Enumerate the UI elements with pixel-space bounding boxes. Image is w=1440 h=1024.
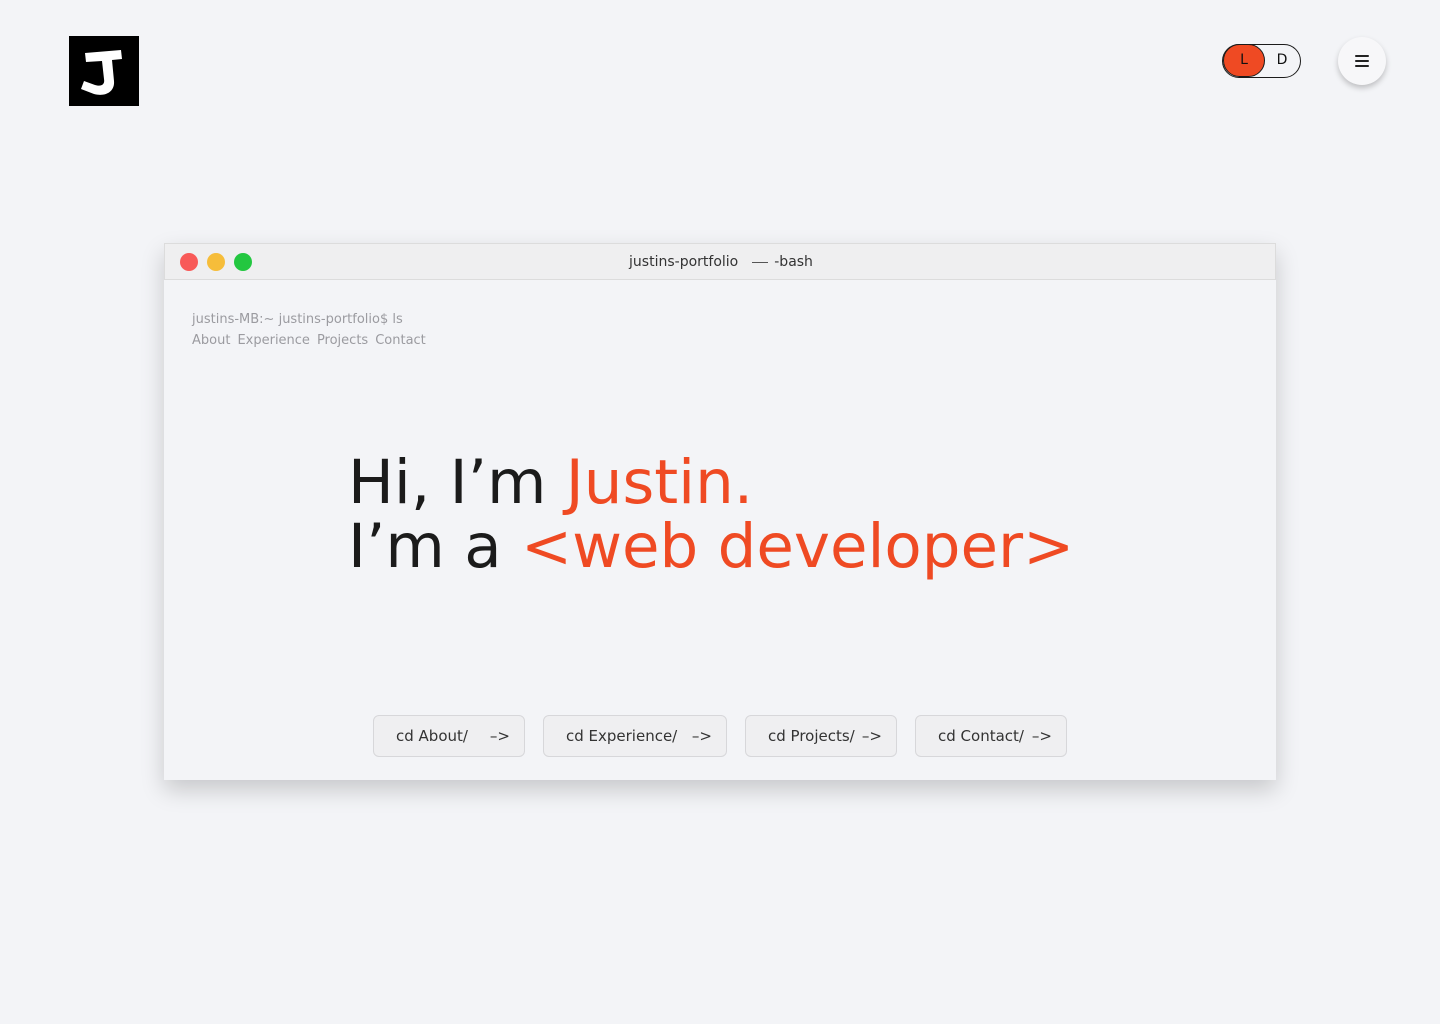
portfolio-page: L D justins-portfolio -bash justins-MB:~ …: [0, 0, 1440, 1024]
arrow-right-icon: –>: [489, 727, 510, 745]
cd-experience-label: cd Experience/: [566, 727, 678, 745]
cd-contact-label: cd Contact/: [938, 727, 1024, 745]
headline-name: Justin.: [565, 447, 754, 518]
ls-item-about[interactable]: About: [192, 333, 230, 348]
theme-light-label: L: [1240, 52, 1248, 68]
ls-item-experience[interactable]: Experience: [237, 333, 310, 348]
arrow-right-icon: –>: [1031, 727, 1052, 745]
theme-toggle[interactable]: L D: [1222, 44, 1301, 78]
ls-item-projects[interactable]: Projects: [317, 333, 368, 348]
headline-role-prefix: I’m a: [348, 511, 521, 582]
terminal-title-name: justins-portfolio: [629, 254, 739, 270]
arrow-right-icon: –>: [861, 727, 882, 745]
logo-icon[interactable]: [69, 36, 139, 106]
cd-about-button[interactable]: cd About/ –>: [373, 715, 525, 757]
terminal-titlebar: justins-portfolio -bash: [164, 243, 1276, 280]
ls-item-contact[interactable]: Contact: [375, 333, 426, 348]
cd-contact-button[interactable]: cd Contact/ –>: [915, 715, 1067, 757]
terminal-title: justins-portfolio -bash: [165, 244, 1277, 281]
terminal-prompt: justins-MB:~ justins-portfolio$ ls: [192, 312, 403, 327]
headline-greeting: Hi, I’m: [348, 447, 566, 518]
cd-about-label: cd About/: [396, 727, 468, 745]
hero-headline: Hi, I’m Justin. I’m a <web developer>: [348, 451, 1074, 579]
j-logo-icon: [69, 36, 139, 106]
menu-button[interactable]: [1338, 37, 1386, 85]
terminal-window: justins-portfolio -bash justins-MB:~ just…: [164, 243, 1276, 780]
theme-dark-label: D: [1276, 52, 1288, 68]
cd-projects-button[interactable]: cd Projects/ –>: [745, 715, 897, 757]
headline-line-1: Hi, I’m Justin.: [348, 451, 1074, 515]
arrow-right-icon: –>: [691, 727, 712, 745]
cd-projects-label: cd Projects/: [768, 727, 855, 745]
terminal-title-shell: -bash: [774, 254, 813, 270]
title-separator: [752, 261, 769, 263]
ls-output: About Experience Projects Contact: [192, 331, 433, 351]
headline-role: <web developer>: [520, 511, 1075, 582]
cd-experience-button[interactable]: cd Experience/ –>: [543, 715, 727, 757]
headline-line-2: I’m a <web developer>: [348, 515, 1074, 579]
